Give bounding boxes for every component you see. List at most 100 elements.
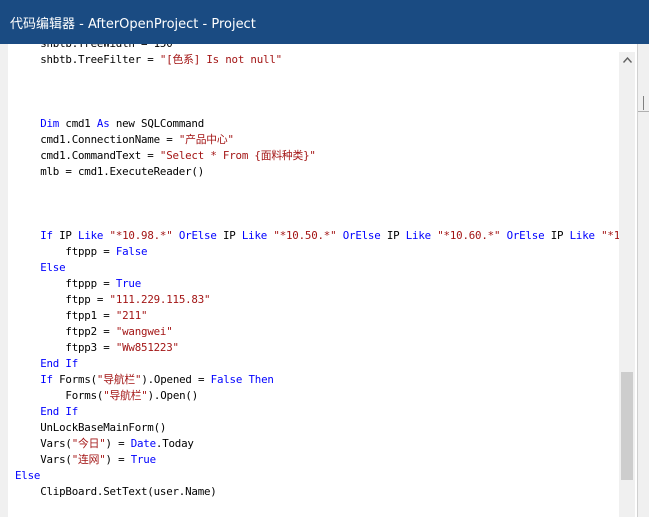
code-keyword: False (115, 245, 148, 258)
code-keyword: OrElse (342, 229, 381, 242)
code-line[interactable]: ftpp1 = "211" (15, 308, 619, 324)
code-line[interactable] (15, 68, 619, 84)
code-string: "Select * From {面料种类}" (159, 149, 316, 162)
code-text: UnLockBaseMainForm() (15, 421, 167, 434)
code-string: "*10.90. (601, 229, 619, 242)
code-line[interactable]: ftpp2 = "wangwei" (15, 324, 619, 340)
editor-gutter (8, 44, 14, 517)
code-line[interactable]: Forms("导航栏").Open() (15, 388, 619, 404)
code-line[interactable]: Else (15, 468, 619, 484)
code-text-area[interactable]: shbtb.TreeWidth = 150 shbtb.TreeFilter =… (15, 44, 619, 516)
code-text: mlb = cmd1.ExecuteReader() (15, 165, 205, 178)
code-keyword: Dim (40, 117, 60, 130)
code-text: new SQLCommand (109, 117, 205, 130)
code-line[interactable] (15, 180, 619, 196)
code-text: ).Opened = (141, 373, 211, 386)
code-text: ftppp = (15, 245, 116, 258)
side-panel-edge (637, 44, 649, 517)
code-text: ClipBoard.SetText(user.Name) (15, 485, 217, 498)
code-line[interactable]: End If (15, 356, 619, 372)
code-keyword: End If (40, 405, 79, 418)
code-keyword: Else (40, 261, 66, 274)
code-string: "Ww851223" (115, 341, 179, 354)
code-line[interactable] (15, 500, 619, 516)
code-line[interactable]: Vars("连网") = True (15, 452, 619, 468)
code-line[interactable]: End If (15, 404, 619, 420)
code-line[interactable]: ClipBoard.SetText(user.Name) (15, 484, 619, 500)
code-keyword: Else (15, 469, 41, 482)
code-text: Vars( (15, 453, 72, 466)
code-text: shbtb.TreeFilter = (15, 53, 160, 66)
code-line[interactable]: cmd1.ConnectionName = "产品中心" (15, 132, 619, 148)
code-string: "导航栏" (103, 389, 148, 402)
code-line[interactable] (15, 100, 619, 116)
code-line[interactable]: shbtb.TreeFilter = "[色系] Is not null" (15, 52, 619, 68)
code-keyword: If (40, 229, 53, 242)
code-keyword: Then (248, 373, 274, 386)
code-line[interactable]: ftppp = False (15, 244, 619, 260)
code-keyword: Like (241, 229, 268, 242)
code-text: cmd1.ConnectionName = (15, 133, 179, 146)
code-line[interactable]: Dim cmd1 As new SQLCommand (15, 116, 619, 132)
code-text: ftppp = (15, 277, 116, 290)
vertical-scrollbar[interactable] (619, 52, 635, 517)
code-string: "*10.98.*" (109, 229, 173, 242)
side-panel-divider (638, 111, 649, 112)
code-string: "今日" (71, 437, 106, 450)
code-keyword: True (115, 277, 142, 290)
code-line[interactable]: ftppp = True (15, 276, 619, 292)
code-keyword: Like (78, 229, 104, 242)
code-keyword: Like (569, 229, 595, 242)
code-line[interactable]: Else (15, 260, 619, 276)
code-text: ).Open() (147, 389, 199, 402)
code-keyword: End If (40, 357, 79, 370)
code-text: ftpp2 = (15, 325, 116, 338)
code-keyword: True (130, 453, 156, 466)
code-line[interactable]: If IP Like "*10.98.*" OrElse IP Like "*1… (15, 228, 619, 244)
title-bar: 代码编辑器 - AfterOpenProject - Project (0, 0, 649, 44)
code-line[interactable]: shbtb.TreeWidth = 150 (15, 44, 619, 52)
code-text: Forms( (52, 373, 97, 386)
code-keyword: If (40, 373, 53, 386)
code-text: .Today (155, 437, 194, 450)
code-keyword: Date (130, 437, 156, 450)
scroll-up-button[interactable] (619, 52, 635, 68)
code-text: IP (52, 229, 79, 242)
code-text: ftpp1 = (15, 309, 116, 322)
code-text: ) = (105, 437, 131, 450)
code-keyword: Like (405, 229, 431, 242)
code-line[interactable] (15, 196, 619, 212)
code-line[interactable] (15, 84, 619, 100)
code-keyword: OrElse (506, 229, 545, 242)
code-line[interactable]: mlb = cmd1.ExecuteReader() (15, 164, 619, 180)
code-line[interactable]: Vars("今日") = Date.Today (15, 436, 619, 452)
code-line[interactable]: If Forms("导航栏").Opened = False Then (15, 372, 619, 388)
code-text: ftpp = (15, 293, 110, 306)
code-string: "111.229.115.83" (109, 293, 211, 306)
code-string: "连网" (71, 453, 106, 466)
code-line[interactable] (15, 212, 619, 228)
code-line[interactable]: ftpp = "111.229.115.83" (15, 292, 619, 308)
code-string: "211" (115, 309, 148, 322)
code-line[interactable]: ftpp3 = "Ww851223" (15, 340, 619, 356)
code-text: shbtb.TreeWidth = 150 (15, 44, 173, 50)
editor-left-edge (0, 44, 8, 517)
code-editor[interactable]: shbtb.TreeWidth = 150 shbtb.TreeFilter =… (8, 44, 619, 517)
window-title: 代码编辑器 - AfterOpenProject - Project (10, 17, 256, 32)
chevron-up-icon (622, 57, 632, 63)
code-text: Forms( (15, 389, 104, 402)
code-text: cmd1 (59, 117, 97, 130)
code-string: "产品中心" (178, 133, 234, 146)
code-line[interactable]: UnLockBaseMainForm() (15, 420, 619, 436)
code-text: ftpp3 = (15, 341, 116, 354)
code-text: Vars( (15, 437, 72, 450)
code-text: IP (216, 229, 242, 242)
code-string: "*10.60.*" (437, 229, 501, 242)
code-line[interactable]: cmd1.CommandText = "Select * From {面料种类}… (15, 148, 619, 164)
scrollbar-thumb[interactable] (621, 372, 633, 480)
